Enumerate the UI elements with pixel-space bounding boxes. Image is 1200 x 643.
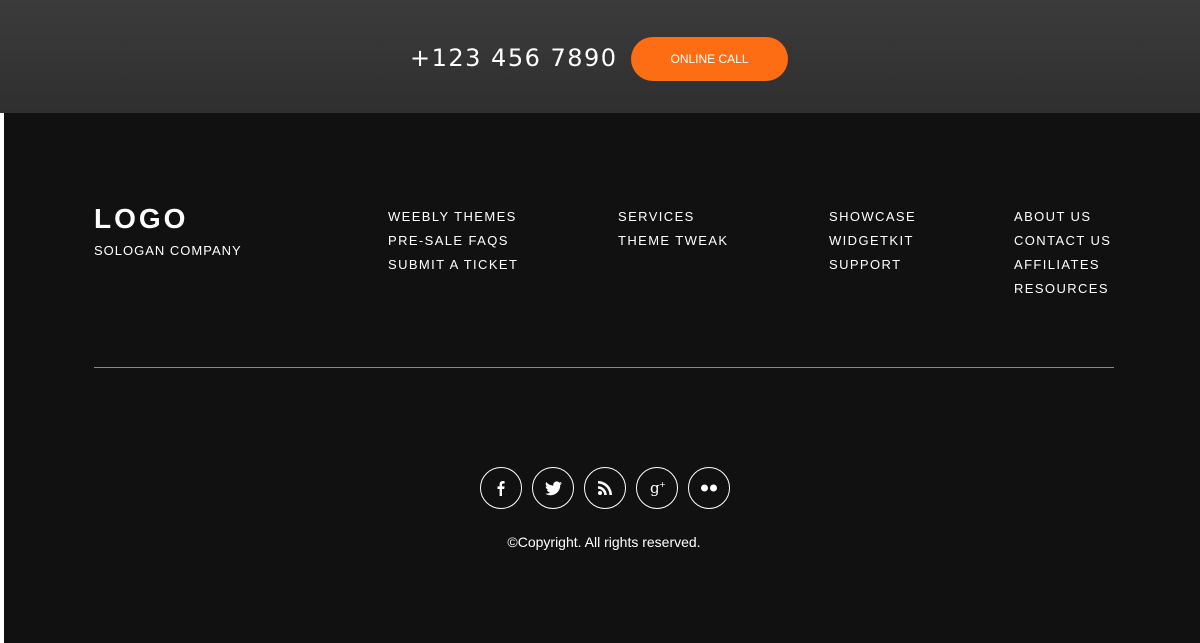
copyright-text: ©Copyright. All rights reserved. [507,534,701,550]
footer-column-3: SHOWCASE WIDGETKIT SUPPORT [829,205,916,277]
svg-text:+: + [659,480,666,489]
footer-link-widgetkit[interactable]: WIDGETKIT [829,229,916,253]
twitter-icon [544,480,562,495]
footer-link-showcase[interactable]: SHOWCASE [829,205,916,229]
online-call-button[interactable]: ONLINE CALL [631,37,788,81]
rss-icon [598,481,612,495]
facebook-button[interactable] [480,467,522,509]
google-plus-icon: g + [650,479,666,497]
footer-link-affiliates[interactable]: AFFILIATES [1014,253,1111,277]
footer-link-weebly-themes[interactable]: WEEBLY THEMES [388,205,518,229]
footer: LOGO SOLOGAN COMPANY WEEBLY THEMES PRE-S… [4,113,1200,643]
footer-slogan: SOLOGAN COMPANY [94,243,242,258]
social-links: g + [480,467,730,509]
footer-column-2: SERVICES THEME TWEAK [618,205,729,253]
footer-link-about-us[interactable]: ABOUT US [1014,205,1111,229]
flickr-icon [701,484,717,492]
footer-logo[interactable]: LOGO [94,202,188,236]
footer-link-submit-ticket[interactable]: SUBMIT A TICKET [388,253,518,277]
footer-column-4: ABOUT US CONTACT US AFFILIATES RESOURCES [1014,205,1111,301]
footer-link-contact-us[interactable]: CONTACT US [1014,229,1111,253]
footer-link-pre-sale-faqs[interactable]: PRE-SALE FAQS [388,229,518,253]
facebook-icon [497,481,505,496]
footer-column-1: WEEBLY THEMES PRE-SALE FAQS SUBMIT A TIC… [388,205,518,277]
footer-divider [94,367,1114,368]
twitter-button[interactable] [532,467,574,509]
footer-link-support[interactable]: SUPPORT [829,253,916,277]
phone-number: +123 456 7890 [410,44,618,72]
google-plus-button[interactable]: g + [636,467,678,509]
footer-link-resources[interactable]: RESOURCES [1014,277,1111,301]
footer-link-theme-tweak[interactable]: THEME TWEAK [618,229,729,253]
top-contact-bar: +123 456 7890 ONLINE CALL [0,0,1200,113]
rss-button[interactable] [584,467,626,509]
flickr-button[interactable] [688,467,730,509]
footer-link-services[interactable]: SERVICES [618,205,729,229]
